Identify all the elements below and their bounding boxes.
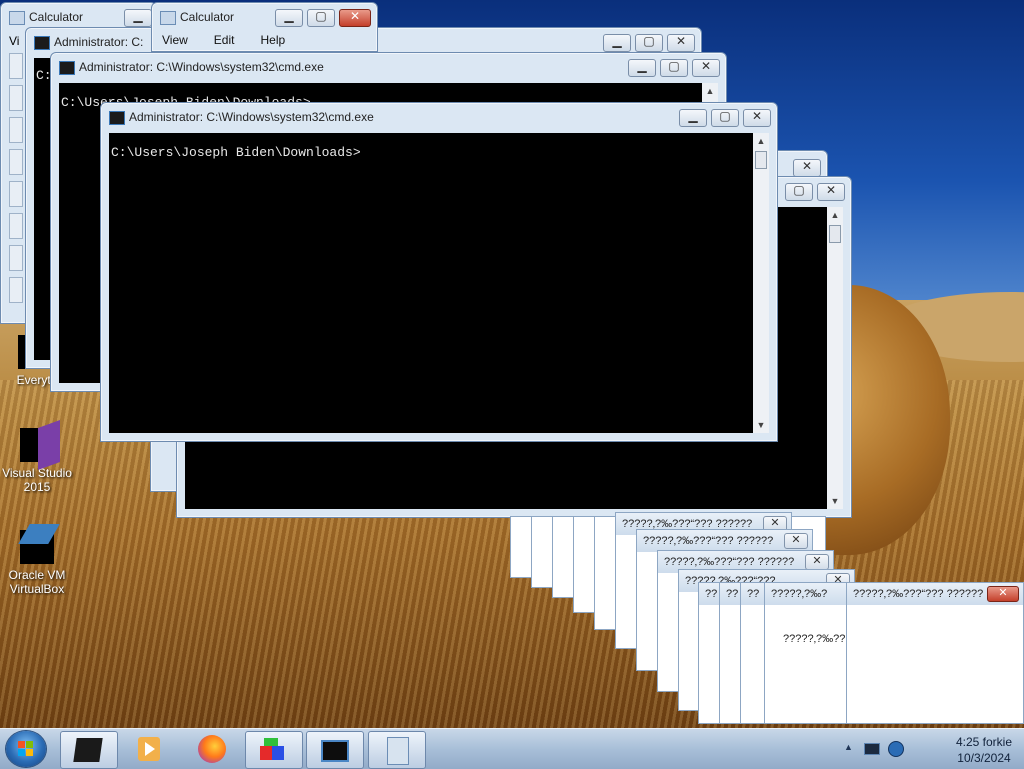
dialog-title: ?????‚?‰???“??? ?????? [643,535,774,547]
menu-view[interactable]: View [158,31,192,51]
close-button[interactable]: ✕ [805,554,829,570]
media-player-icon [138,737,160,761]
taskbar-item-firefox[interactable] [184,731,240,767]
window-title: Administrator: C:\Windows\system32\cmd.e… [129,110,374,124]
desktop-icon-virtualbox[interactable]: Oracle VM VirtualBox [2,524,72,596]
scroll-up-arrow-icon[interactable]: ▲ [702,83,718,99]
cube-icon [260,738,286,762]
app-icon [73,738,103,762]
taskbar-item-3d-app[interactable] [245,731,303,769]
maximize-button[interactable]: ▢ [660,59,688,77]
title-bar[interactable]: Calculator ▁ ▢ ✕ [152,3,377,31]
show-hidden-icons-arrow-icon[interactable]: ▲ [844,742,853,752]
virtualbox-icon [18,524,60,564]
scroll-up-arrow-icon[interactable]: ▲ [753,133,769,149]
scroll-up-arrow-icon[interactable]: ▲ [827,207,843,223]
minimize-button[interactable]: ▁ [124,9,152,27]
dialog-title: ?? [726,588,739,600]
window-title: Calculator [29,10,84,24]
dialog-title: ?? [705,588,718,600]
maximize-button[interactable]: ▢ [711,109,739,127]
cmd-icon [59,61,75,75]
clock[interactable]: 4:25 forkie 10/3/2024 [956,734,1012,766]
cmd-icon [321,740,349,762]
visual-studio-icon [20,419,60,471]
windows-logo-icon [18,741,34,757]
dialog-title: ?? [747,588,760,600]
cmd-window-active[interactable]: Administrator: C:\Windows\system32\cmd.e… [100,102,778,442]
taskbar-item-app[interactable] [60,731,118,769]
console-prompt: C:\Users\Joseph Biden\Downloads> [111,145,361,160]
dialog-title-bar[interactable]: ?????‚?‰???“??? ?????? ✕ [847,583,1023,605]
close-button[interactable]: ✕ [817,183,845,201]
close-button[interactable]: ✕ [793,159,821,177]
firefox-icon [198,735,226,763]
clock-time: 4:25 forkie [955,735,1012,749]
calculator-icon [387,737,409,765]
cmd-icon [34,36,50,50]
network-icon[interactable] [864,743,880,755]
dialog-title-bar[interactable]: ?????‚?‰???“??? ?????? ✕ [637,530,812,552]
window-title: Calculator [180,10,235,24]
menu-bar: View Edit Help [158,31,289,51]
maximize-button[interactable]: ▢ [635,34,663,52]
volume-icon[interactable] [888,741,904,757]
console-area[interactable]: C:\Users\Joseph Biden\Downloads> ▲ ▼ [109,133,769,433]
desktop-icon-label: Oracle VM VirtualBox [8,568,66,596]
minimize-button[interactable]: ▁ [679,109,707,127]
close-button[interactable]: ✕ [784,533,808,549]
calculator-icon [9,11,25,25]
close-button[interactable]: ✕ [339,9,371,27]
minimize-button[interactable]: ▁ [628,59,656,77]
scroll-thumb[interactable] [755,151,767,169]
dialog-title: ?????‚?‰???“??? ?????? [853,588,984,600]
maximize-button[interactable]: ▢ [785,183,813,201]
desktop: Everyth Visual Studio 2015 Oracle VM Vir… [0,0,1024,728]
window-title: Administrator: C: [54,35,144,49]
desktop-icon-visual-studio[interactable]: Visual Studio 2015 [2,419,72,494]
dialog-title: ?????‚?‰? [771,588,828,600]
start-button[interactable] [6,731,46,767]
close-button[interactable]: ✕ [743,109,771,127]
taskbar-item-cmd[interactable] [306,731,364,769]
calculator-icon [160,11,176,25]
menu-help[interactable]: Help [256,31,289,51]
scrollbar[interactable]: ▲ ▼ [827,207,843,509]
scrollbar[interactable]: ▲ ▼ [753,133,769,433]
menu-edit[interactable]: Edit [210,31,239,51]
clock-date: 10/3/2024 [957,751,1011,765]
taskbar: ▲ 4:25 forkie 10/3/2024 [0,728,1024,769]
window-title: Administrator: C:\Windows\system32\cmd.e… [79,60,324,74]
minimize-button[interactable]: ▁ [275,9,303,27]
scroll-down-arrow-icon[interactable]: ▼ [827,493,843,509]
close-button[interactable]: ✕ [692,59,720,77]
title-bar[interactable]: Administrator: C:\Windows\system32\cmd.e… [51,53,726,81]
calculator-window[interactable]: Calculator ▁ ▢ ✕ View Edit Help [151,2,378,52]
dialog-title: ?????‚?‰???“??? ?????? [664,556,795,568]
taskbar-item-media-player[interactable] [120,731,176,767]
maximize-button[interactable]: ▢ [307,9,335,27]
title-bar[interactable]: Administrator: C:\Windows\system32\cmd.e… [101,103,777,131]
scroll-down-arrow-icon[interactable]: ▼ [753,417,769,433]
minimize-button[interactable]: ▁ [603,34,631,52]
system-tray: ▲ 4:25 forkie 10/3/2024 [844,729,1024,769]
error-dialog-front[interactable]: ?????‚?‰???“??? ?????? ✕ [846,582,1024,724]
close-button[interactable]: ✕ [987,586,1019,602]
taskbar-item-calculator[interactable] [368,731,426,769]
menu-fragment: Vi [9,34,20,48]
cmd-icon [109,111,125,125]
dialog-message: ?????‚?‰?? [783,633,846,645]
scroll-thumb[interactable] [829,225,841,243]
close-button[interactable]: ✕ [667,34,695,52]
desktop-icon-label: Visual Studio 2015 [2,466,72,494]
